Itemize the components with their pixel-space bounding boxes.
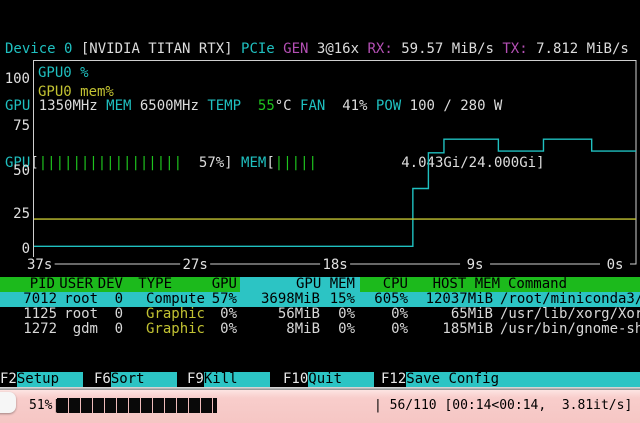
cell-dev: 0	[115, 292, 123, 307]
column-header-user: USER	[59, 277, 93, 292]
process-row-selected[interactable]: 7012 root 0 Compute 57% 3698MiB 15% 605%…	[0, 292, 640, 307]
cell-gpu: 0%	[220, 307, 237, 322]
cell-dev: 0	[115, 322, 123, 337]
svg-text:GPU0 %: GPU0 %	[38, 65, 89, 81]
column-header-type: TYPE	[138, 277, 172, 292]
process-row[interactable]: 1272 gdm 0 Graphic 0% 8MiB 0% 0% 185MiB …	[0, 322, 640, 337]
cell-user: gdm	[73, 322, 98, 337]
fkey-action: Save Config	[406, 372, 640, 387]
tqdm-progress-strip: 51%| | 56/110 [00:14<00:14, 3.81it/s]	[0, 390, 640, 423]
progress-bar-fill	[57, 398, 217, 413]
cell-mem-pct: 0%	[338, 322, 355, 337]
cell-host-mem: 65MiB	[451, 307, 493, 322]
nvtop-terminal-screen: Device 0 [NVIDIA TITAN RTX] PCIe GEN 3@1…	[0, 0, 640, 423]
cell-gpu-mem: 3698MiB	[261, 292, 320, 307]
gen-label: GEN	[283, 41, 308, 57]
fkey-label: F12	[381, 372, 406, 387]
device-label: Device 0	[5, 41, 72, 57]
svg-text:50: 50	[13, 163, 30, 179]
svg-text:75: 75	[13, 118, 30, 134]
tx-label: TX:	[502, 41, 527, 57]
cell-cpu: 0%	[391, 307, 408, 322]
quit-button[interactable]: F10 Quit	[283, 372, 374, 387]
process-row[interactable]: 1125 root 0 Graphic 0% 56MiB 0% 0% 65MiB…	[0, 307, 640, 322]
gpu-history-chart: 100 75 50 25 037s 27s 18s 9s 0s GPU0 % GPU0 mem%	[0, 57, 640, 275]
cell-command: /usr/bin/gnome-sh	[500, 322, 640, 337]
cell-gpu: 57%	[212, 292, 237, 307]
fkey-label: F9	[187, 372, 204, 387]
svg-text:GPU0 mem%: GPU0 mem%	[38, 84, 114, 100]
cell-cpu: 605%	[374, 292, 408, 307]
cell-command: /usr/lib/xorg/Xor	[500, 307, 640, 322]
fkey-action: Kill	[204, 372, 270, 387]
svg-text:37s: 37s	[27, 257, 52, 273]
svg-text:27s: 27s	[183, 257, 208, 273]
cell-pid: 1272	[23, 322, 57, 337]
tx-value: 7.812 MiB/s	[528, 41, 629, 57]
cell-cpu: 0%	[391, 322, 408, 337]
cell-type: Graphic	[146, 307, 205, 322]
fkey-label: F2	[0, 372, 17, 387]
kill-button[interactable]: F9 Kill	[187, 372, 270, 387]
progress-bar-track	[57, 398, 371, 413]
setup-button[interactable]: F2 Setup	[0, 372, 83, 387]
progress-percent-label: 51%|	[29, 398, 60, 414]
cell-user: root	[64, 307, 98, 322]
cell-dev: 0	[115, 307, 123, 322]
fkey-label: F10	[283, 372, 308, 387]
scrollbar-thumb[interactable]	[0, 392, 16, 413]
progress-stats-text: | 56/110 [00:14<00:14, 3.81it/s]	[374, 398, 632, 414]
column-header-command: Command	[508, 277, 567, 292]
cell-type: Compute	[146, 292, 205, 307]
fkey-action: Sort	[111, 372, 177, 387]
svg-text:25: 25	[13, 206, 30, 222]
cell-mem-pct: 0%	[338, 307, 355, 322]
svg-text:0s: 0s	[607, 257, 624, 273]
column-header-cpu: CPU	[383, 277, 408, 292]
cell-host-mem: 12037MiB	[426, 292, 493, 307]
cell-gpu-mem: 56MiB	[278, 307, 320, 322]
cell-type: Graphic	[146, 322, 205, 337]
cell-gpu: 0%	[220, 322, 237, 337]
cell-host-mem: 185MiB	[442, 322, 493, 337]
column-header-dev: DEV	[98, 277, 123, 292]
cell-command: /root/miniconda3/	[500, 292, 640, 307]
column-header-gpu-mem: GPU MEM	[296, 277, 355, 292]
cell-user: root	[64, 292, 98, 307]
fkey-action: Setup	[17, 372, 83, 387]
svg-text:18s: 18s	[322, 257, 347, 273]
cell-pid: 7012	[23, 292, 57, 307]
cell-gpu-mem: 8MiB	[286, 322, 320, 337]
cell-mem-pct: 15%	[330, 292, 355, 307]
sort-button[interactable]: F6 Sort	[94, 372, 177, 387]
pcie-label: PCIe	[241, 41, 275, 57]
svg-text:0: 0	[22, 241, 30, 257]
fkey-label: F6	[94, 372, 111, 387]
process-table: PID USER DEV TYPE GPU GPU MEM CPU HOST M…	[0, 277, 640, 337]
column-header-host-mem: HOST MEM	[433, 277, 500, 292]
column-header-gpu: GPU	[212, 277, 237, 292]
fkey-action: Quit	[308, 372, 374, 387]
rx-label: RX:	[367, 41, 392, 57]
column-header-pid: PID	[30, 277, 55, 292]
rx-value: 59.57 MiB/s	[393, 41, 503, 57]
svg-text:100: 100	[5, 71, 30, 87]
function-key-bar: F2 Setup F6 Sort F9 Kill F10 Quit F12 Sa…	[0, 372, 640, 387]
svg-text:9s: 9s	[467, 257, 484, 273]
table-header: PID USER DEV TYPE GPU GPU MEM CPU HOST M…	[0, 277, 640, 292]
save-config-button[interactable]: F12 Save Config	[381, 372, 640, 387]
cell-pid: 1125	[23, 307, 57, 322]
